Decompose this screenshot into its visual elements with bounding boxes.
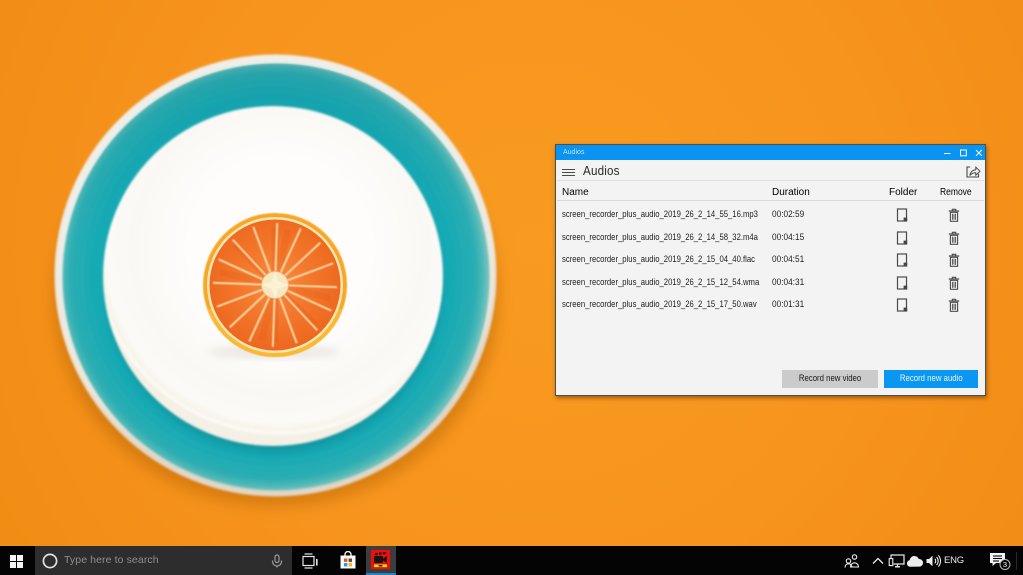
svg-text:3: 3 xyxy=(1003,560,1007,569)
